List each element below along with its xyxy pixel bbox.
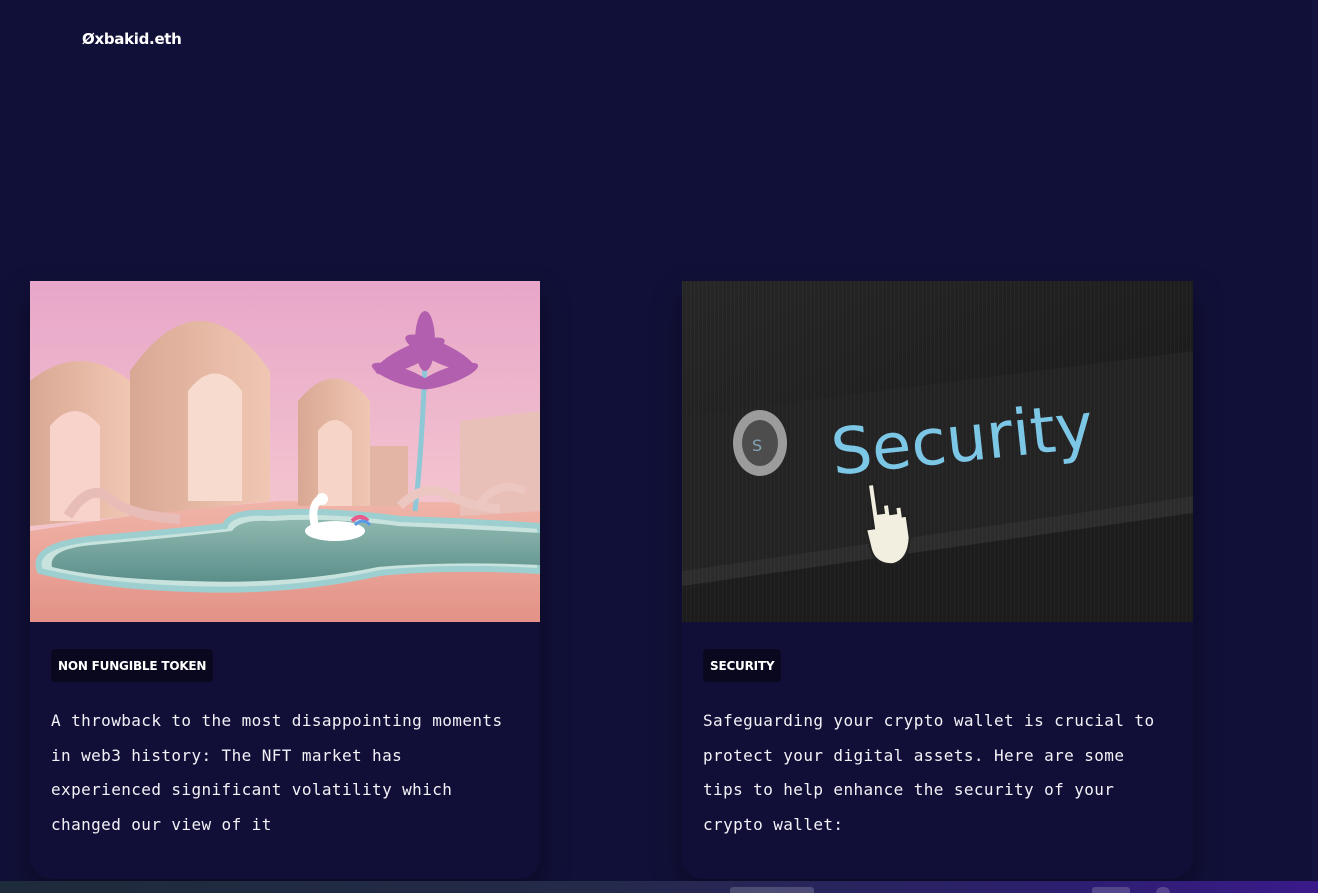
post-image-pink-pool[interactable] (30, 281, 540, 622)
post-card-nft[interactable]: NON FUNGIBLE TOKEN A throwback to the mo… (30, 281, 540, 879)
post-excerpt[interactable]: A throwback to the most disappointing mo… (51, 704, 519, 842)
os-taskbar (0, 881, 1318, 893)
category-tag[interactable]: NON FUNGIBLE TOKEN (51, 649, 214, 682)
taskbar-app[interactable] (730, 887, 814, 893)
site-logo[interactable]: Øxbakid.eth (82, 30, 182, 48)
post-excerpt[interactable]: Safeguarding your crypto wallet is cruci… (703, 704, 1172, 842)
post-image-security[interactable]: S Security (682, 281, 1193, 622)
taskbar-app[interactable] (1092, 887, 1130, 893)
page-scrollbar[interactable] (1312, 0, 1318, 880)
blurred-badge-text: S (752, 436, 762, 455)
taskbar-tray-icon[interactable] (1156, 887, 1170, 893)
site-header: Øxbakid.eth (82, 30, 182, 49)
category-tag[interactable]: SECURITY (703, 649, 782, 682)
post-card-security[interactable]: S Security SECURITY Safeguarding your cr… (682, 281, 1193, 879)
